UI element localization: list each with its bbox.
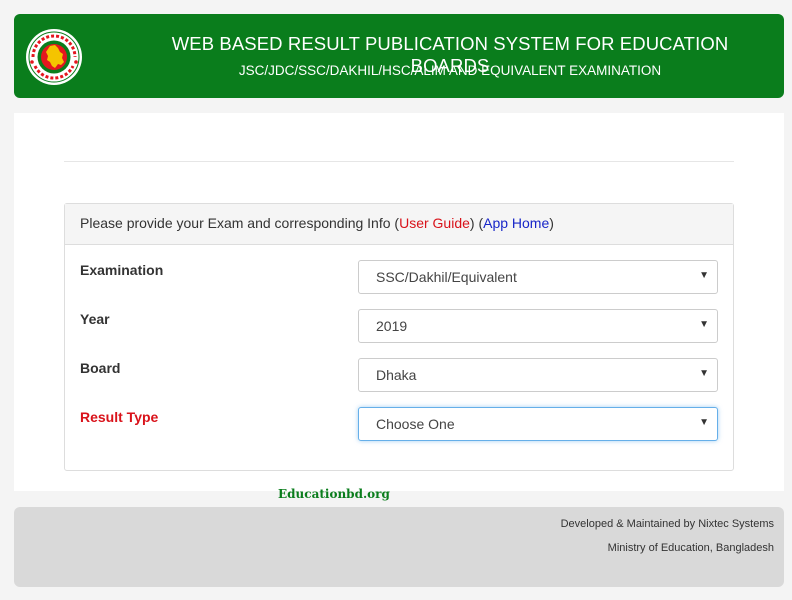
page-subtitle: JSC/JDC/SSC/DAKHIL/HSC/ALIM AND EQUIVALE…: [238, 63, 662, 78]
examination-label: Examination: [80, 262, 164, 278]
year-row: Year 2019 ▼: [65, 309, 735, 343]
user-guide-link[interactable]: User Guide: [399, 215, 470, 231]
caret-down-icon: ▼: [699, 368, 709, 379]
caret-down-icon: ▼: [699, 417, 709, 428]
examination-row: Examination SSC/Dakhil/Equivalent ▼: [65, 260, 735, 294]
result-type-select[interactable]: Choose One ▼: [358, 407, 718, 441]
result-type-label: Result Type: [80, 409, 159, 425]
caret-down-icon: ▼: [699, 319, 709, 330]
divider: [64, 161, 734, 162]
main-content: Please provide your Exam and correspondi…: [14, 113, 784, 491]
exam-info-panel: Please provide your Exam and correspondi…: [64, 203, 734, 471]
year-select-value: 2019: [376, 318, 408, 334]
bangladesh-government-seal-icon: [26, 29, 82, 85]
site-header: WEB BASED RESULT PUBLICATION SYSTEM FOR …: [14, 14, 784, 98]
examination-select-value: SSC/Dakhil/Equivalent: [376, 269, 517, 285]
panel-separator-text: ) (: [469, 215, 484, 231]
site-footer: Developed & Maintained by Nixtec Systems…: [14, 507, 784, 587]
board-row: Board Dhaka ▼: [65, 358, 735, 392]
ministry-credit: Ministry of Education, Bangladesh: [607, 542, 774, 554]
panel-prompt-text: Please provide your Exam and correspondi…: [80, 215, 400, 231]
result-type-row: Result Type Choose One ▼: [65, 407, 735, 441]
year-select[interactable]: 2019 ▼: [358, 309, 718, 343]
panel-suffix-text: ): [549, 215, 554, 231]
caret-down-icon: ▼: [699, 270, 709, 281]
year-label: Year: [80, 311, 110, 327]
board-select-value: Dhaka: [376, 367, 417, 383]
examination-select[interactable]: SSC/Dakhil/Equivalent ▼: [358, 260, 718, 294]
result-type-select-value: Choose One: [376, 416, 455, 432]
watermark-text: Educationbd.org: [278, 487, 390, 501]
panel-heading: Please provide your Exam and correspondi…: [65, 204, 733, 245]
developer-credit: Developed & Maintained by Nixtec Systems: [560, 518, 774, 530]
board-label: Board: [80, 360, 121, 376]
board-select[interactable]: Dhaka ▼: [358, 358, 718, 392]
app-home-link[interactable]: App Home: [483, 215, 549, 231]
